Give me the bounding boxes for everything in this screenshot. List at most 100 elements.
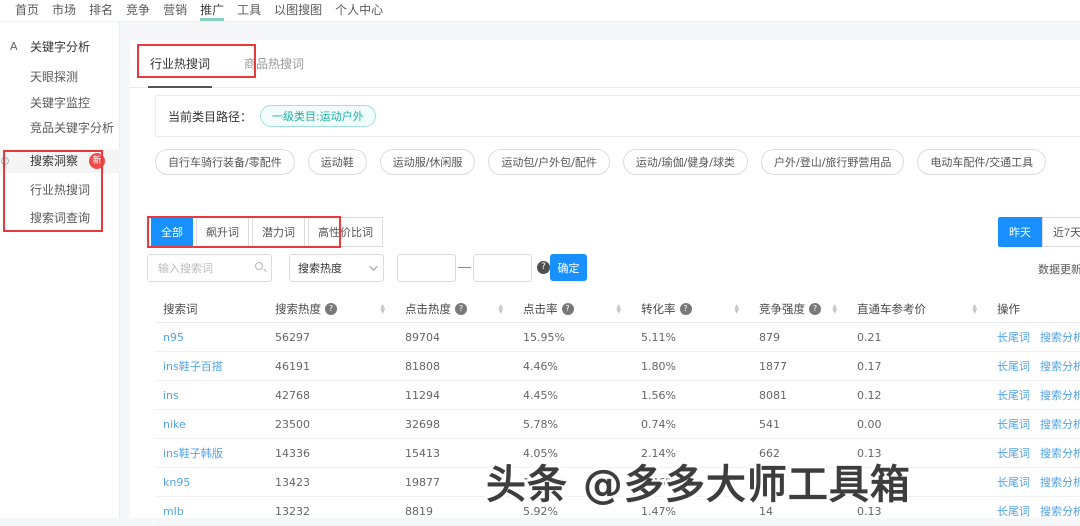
sidebar-item-label: 行业热搜词 <box>30 183 90 197</box>
help-icon[interactable]: ? <box>562 303 574 315</box>
tab-1[interactable]: 行业热搜词 <box>148 39 212 88</box>
sidebar-item-label: 天眼探测 <box>30 70 78 84</box>
range-max-input[interactable] <box>473 254 532 282</box>
category-chip-1[interactable]: 自行车骑行装备/零配件 <box>155 149 295 175</box>
nav-item-3[interactable]: 排名 <box>89 0 113 21</box>
sort-icon[interactable]: ▲▼ <box>498 304 503 314</box>
help-icon[interactable]: ? <box>325 303 337 315</box>
category-path-pill[interactable]: 一级类目:运动户外 <box>260 105 376 127</box>
new-badge: 新 <box>89 153 105 169</box>
category-chip-6[interactable]: 户外/登山/旅行野营用品 <box>761 149 904 175</box>
cell-conv_rate: 5.11% <box>633 331 751 344</box>
nav-item-1[interactable]: 首页 <box>15 0 39 21</box>
column-header-2: 搜索热度? ▲▼ <box>267 301 397 317</box>
word-type-filter: 全部飙升词潜力词高性价比词 <box>151 217 383 247</box>
keyword-link[interactable]: ins <box>155 389 267 402</box>
help-icon[interactable]: ? <box>680 303 692 315</box>
chevron-down-icon <box>369 262 377 270</box>
column-label: 转化率 <box>641 301 676 317</box>
category-chip-5[interactable]: 运动/瑜伽/健身/球类 <box>623 149 748 175</box>
time-range-toggle: 昨天近7天 <box>998 217 1080 247</box>
top-navbar: 首页市场排名竞争营销推广工具以图搜图个人中心 <box>0 0 1080 22</box>
main-content: 行业热搜词商品热搜词 当前类目路径： 一级类目:运动户外 自行车骑行装备/零配件… <box>130 40 1080 518</box>
range-min-input[interactable] <box>397 254 456 282</box>
keyword-link[interactable]: mlb <box>155 505 267 518</box>
cell-search_heat: 56297 <box>267 331 397 344</box>
sidebar-item-1[interactable]: A关键字分析 <box>0 35 120 59</box>
cell-ppc: 0.13 <box>849 447 989 460</box>
tab-2[interactable]: 商品热搜词 <box>242 39 306 88</box>
nav-item-7[interactable]: 工具 <box>237 0 261 21</box>
category-chip-7[interactable]: 电动车配件/交通工具 <box>917 149 1046 175</box>
sort-icon[interactable]: ▲▼ <box>972 304 977 314</box>
sidebar-item-4[interactable]: 竞品关键字分析 <box>0 116 120 140</box>
cell-ppc: 0.12 <box>849 389 989 402</box>
cell-search_heat: 42768 <box>267 389 397 402</box>
time-button-2[interactable]: 近7天 <box>1042 217 1080 247</box>
keywords-table: 搜索词搜索热度?▲▼点击热度?▲▼点击率?▲▼转化率?▲▼竞争强度?▲▼直通车参… <box>155 295 1080 526</box>
search-analysis-link[interactable]: 搜索分析 <box>1040 474 1080 490</box>
longtail-link[interactable]: 长尾词 <box>997 387 1030 403</box>
range-help-icon[interactable]: ? <box>537 261 550 274</box>
cell-ppc: 0.17 <box>849 360 989 373</box>
time-button-1[interactable]: 昨天 <box>998 217 1042 247</box>
longtail-link[interactable]: 长尾词 <box>997 358 1030 374</box>
search-analysis-link[interactable]: 搜索分析 <box>1040 416 1080 432</box>
nav-item-4[interactable]: 竞争 <box>126 0 150 21</box>
sidebar-item-6[interactable]: 行业热搜词 <box>0 178 120 202</box>
filter-button-3[interactable]: 潜力词 <box>252 217 305 247</box>
cell-competition: 1877 <box>751 360 849 373</box>
longtail-link[interactable]: 长尾词 <box>997 474 1030 490</box>
filter-button-1[interactable]: 全部 <box>151 217 193 247</box>
nav-item-8[interactable]: 以图搜图 <box>274 0 322 21</box>
category-chip-4[interactable]: 运动包/户外包/配件 <box>488 149 609 175</box>
sort-icon[interactable]: ▲▼ <box>734 304 739 314</box>
sidebar-item-7[interactable]: 搜索词查询 <box>0 206 120 230</box>
sidebar-item-2[interactable]: 天眼探测 <box>0 65 120 89</box>
filter-button-2[interactable]: 飙升词 <box>196 217 249 247</box>
sort-icon[interactable]: ▲▼ <box>380 304 385 314</box>
search-analysis-link[interactable]: 搜索分析 <box>1040 358 1080 374</box>
table-row: n95562978970415.95%5.11%8790.21长尾词搜索分析 <box>155 323 1080 352</box>
sidebar-item-label: 竞品关键字分析 <box>30 121 114 135</box>
sidebar-item-5[interactable]: 搜索洞察新 <box>0 149 120 173</box>
cell-click_heat: 8819 <box>397 505 515 518</box>
confirm-button[interactable]: 确定 <box>550 254 587 281</box>
longtail-link[interactable]: 长尾词 <box>997 445 1030 461</box>
nav-item-2[interactable]: 市场 <box>52 0 76 21</box>
longtail-link[interactable]: 长尾词 <box>997 329 1030 345</box>
keyword-link[interactable]: ins鞋子百搭 <box>155 358 267 374</box>
metric-select[interactable]: 搜索热度 <box>289 254 384 282</box>
category-chip-3[interactable]: 运动服/休闲服 <box>380 149 476 175</box>
keyword-link[interactable]: n95 <box>155 331 267 344</box>
column-header-8: 操作 <box>989 301 1080 317</box>
keyword-link[interactable]: ins鞋子韩版 <box>155 445 267 461</box>
sidebar-item-label: 关键字分析 <box>30 40 90 54</box>
search-analysis-link[interactable]: 搜索分析 <box>1040 387 1080 403</box>
column-header-3: 点击热度?▲▼ <box>397 301 515 317</box>
help-icon[interactable]: ? <box>809 303 821 315</box>
sort-icon[interactable]: ▲▼ <box>616 304 621 314</box>
cell-competition: 8081 <box>751 389 849 402</box>
keyword-link[interactable]: kn95 <box>155 476 267 489</box>
table-row: mlb1323288195.92%1.47%140.13长尾词搜索分析 <box>155 497 1080 526</box>
nav-item-5[interactable]: 营销 <box>163 0 187 21</box>
sort-icon[interactable]: ▲▼ <box>832 304 837 314</box>
nav-item-6[interactable]: 推广 <box>200 0 224 21</box>
help-icon[interactable]: ? <box>455 303 467 315</box>
column-label: 搜索热度 <box>275 301 321 317</box>
nav-item-9[interactable]: 个人中心 <box>335 0 383 21</box>
sidebar-item-3[interactable]: 关键字监控 <box>0 91 120 115</box>
longtail-link[interactable]: 长尾词 <box>997 503 1030 519</box>
longtail-link[interactable]: 长尾词 <box>997 416 1030 432</box>
filter-button-4[interactable]: 高性价比词 <box>308 217 383 247</box>
cell-click_heat: 11294 <box>397 389 515 402</box>
search-analysis-link[interactable]: 搜索分析 <box>1040 329 1080 345</box>
category-chip-2[interactable]: 运动鞋 <box>308 149 367 175</box>
search-analysis-link[interactable]: 搜索分析 <box>1040 503 1080 519</box>
keyword-search-input[interactable] <box>147 254 272 282</box>
column-label: 操作 <box>997 301 1020 317</box>
cell-conv_rate: 1.47% <box>633 505 751 518</box>
search-analysis-link[interactable]: 搜索分析 <box>1040 445 1080 461</box>
keyword-link[interactable]: nike <box>155 418 267 431</box>
